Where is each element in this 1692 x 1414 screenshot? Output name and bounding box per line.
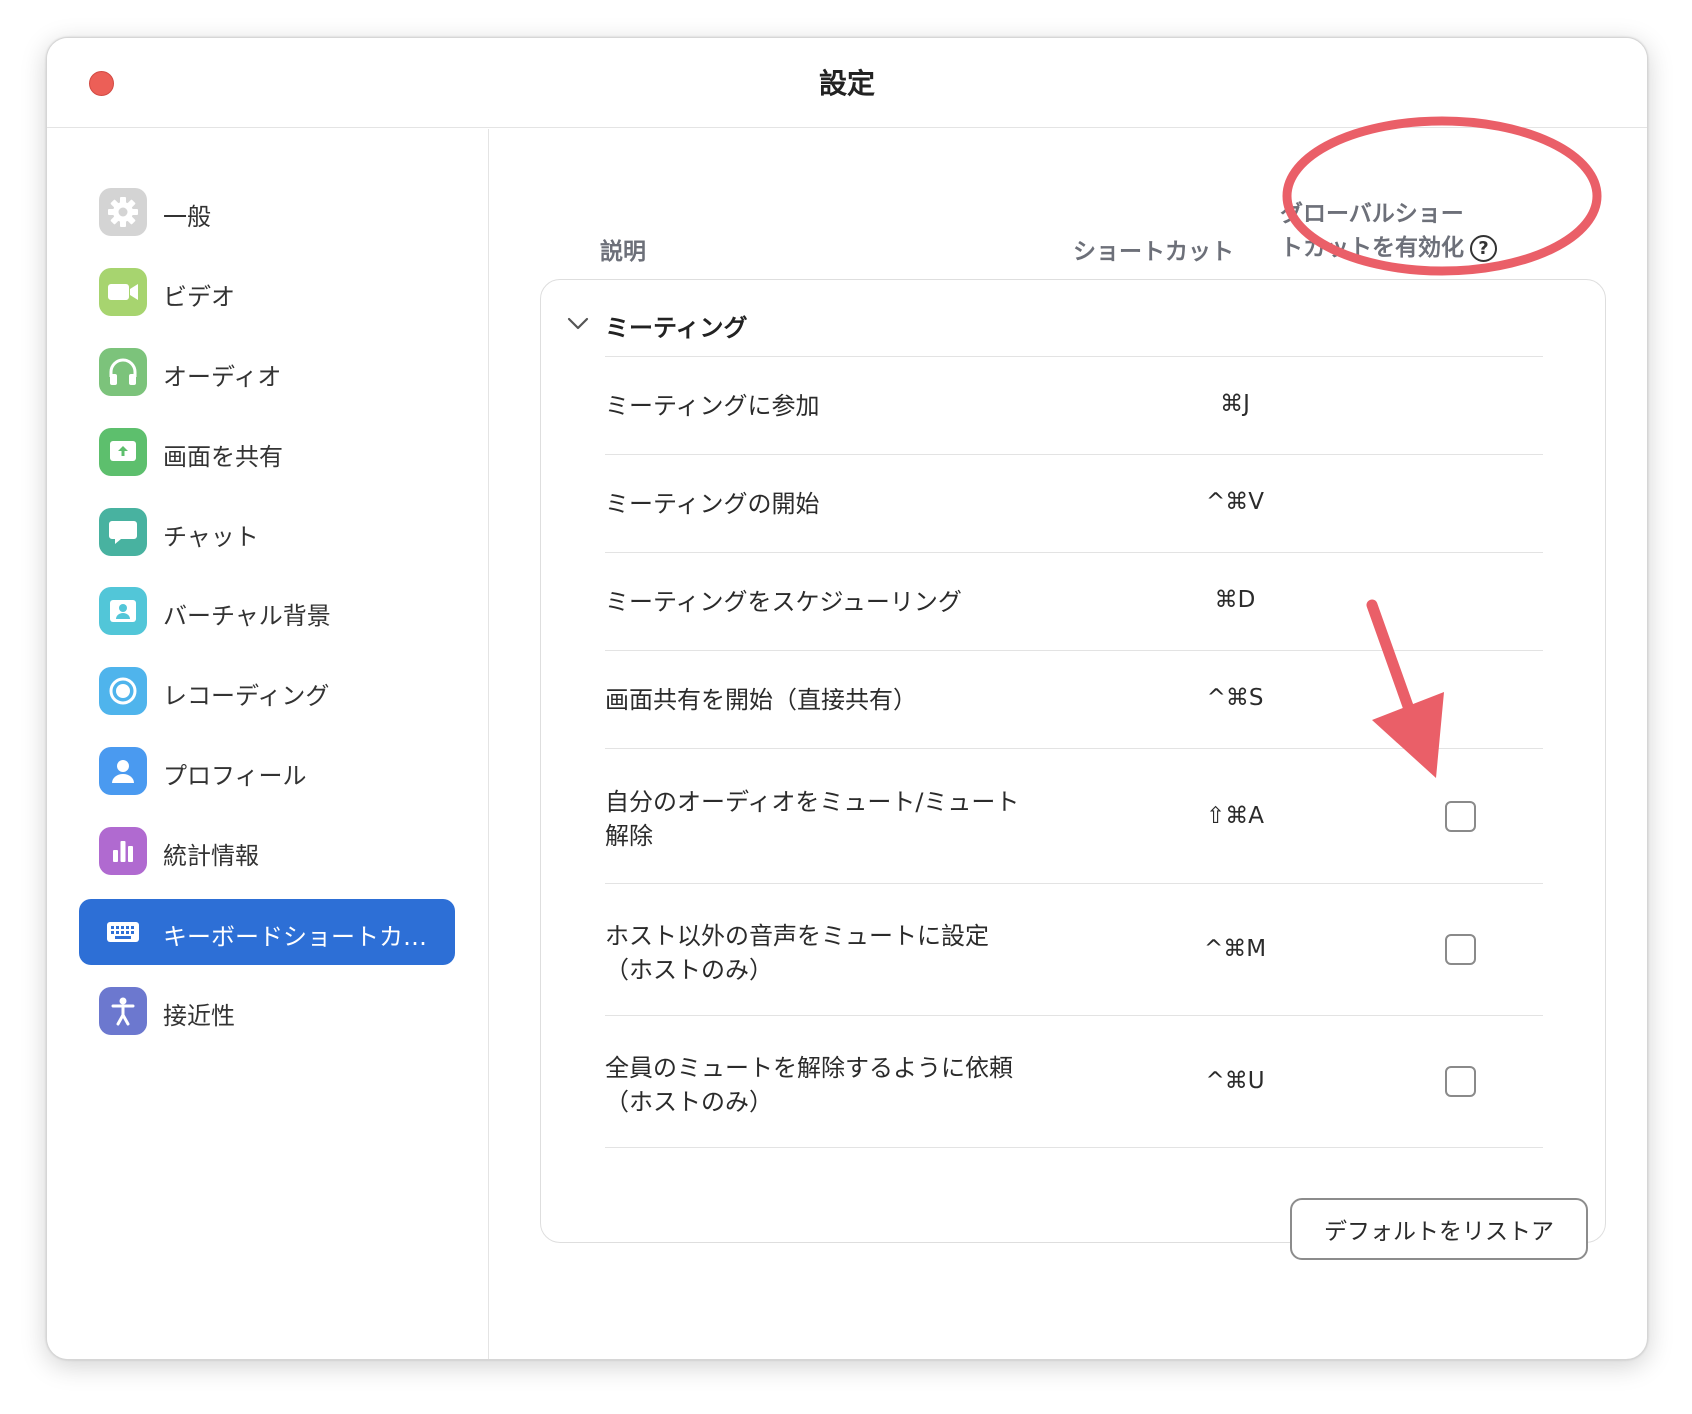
shortcut-description: 全員のミュートを解除するように依頼 （ホストのみ） bbox=[605, 1051, 1045, 1119]
sidebar-item-statistics[interactable]: 統計情報 bbox=[79, 818, 455, 884]
profile-icon bbox=[99, 747, 147, 795]
share-screen-icon bbox=[99, 428, 147, 476]
shortcut-row: ミーティングに参加 ⌘J bbox=[605, 356, 1543, 454]
sidebar-item-chat[interactable]: チャット bbox=[79, 499, 455, 565]
shortcut-key: ⌘J bbox=[1220, 391, 1250, 417]
title-bar: 設定 bbox=[47, 38, 1647, 128]
column-header-description: 説明 bbox=[600, 239, 646, 265]
keyboard-icon bbox=[99, 908, 147, 956]
sidebar-item-label: 統計情報 bbox=[163, 842, 259, 870]
sidebar-item-label: 一般 bbox=[163, 203, 211, 231]
global-shortcut-checkbox[interactable] bbox=[1445, 801, 1476, 832]
shortcut-description-line2: 解除 bbox=[605, 822, 653, 850]
chevron-down-icon bbox=[567, 316, 589, 335]
shortcut-description: ミーティングの開始 bbox=[605, 487, 1045, 521]
sidebar: 一般 ビデオ オーディオ 画面を共有 チャット バーチャル背景 レコーディング … bbox=[47, 129, 489, 1359]
sidebar-item-label: プロフィール bbox=[163, 762, 307, 790]
shortcut-description: ホスト以外の音声をミュートに設定 （ホストのみ） bbox=[605, 919, 1045, 987]
record-icon bbox=[99, 667, 147, 715]
sidebar-item-video[interactable]: ビデオ bbox=[79, 259, 455, 325]
chat-bubble-icon bbox=[99, 508, 147, 556]
shortcut-key: ^⌘M bbox=[1203, 936, 1267, 962]
sidebar-item-audio[interactable]: オーディオ bbox=[79, 339, 455, 405]
global-shortcut-checkbox[interactable] bbox=[1445, 934, 1476, 965]
sidebar-item-label: ビデオ bbox=[163, 283, 235, 311]
video-camera-icon bbox=[99, 268, 147, 316]
headphones-icon bbox=[99, 348, 147, 396]
help-icon[interactable]: ? bbox=[1470, 235, 1497, 262]
sidebar-item-profile[interactable]: プロフィール bbox=[79, 738, 455, 804]
meeting-shortcuts-card: ミーティング ミーティングに参加 ⌘J ミーティングの開始 ^⌘V ミーティング… bbox=[540, 279, 1606, 1243]
column-header-global-shortcut: グローバルショー トカットを有効化? bbox=[1280, 197, 1497, 265]
shortcut-key: ^⌘U bbox=[1205, 1068, 1265, 1094]
section-title: ミーティング bbox=[605, 314, 748, 342]
row-divider bbox=[605, 1147, 1543, 1148]
shortcut-description: 自分のオーディオをミュート/ミュート 解除 bbox=[605, 785, 1045, 853]
gear-icon bbox=[99, 188, 147, 236]
statistics-icon bbox=[99, 827, 147, 875]
sidebar-item-label: キーボードショートカ… bbox=[163, 923, 427, 951]
shortcut-row: 画面共有を開始（直接共有） ^⌘S bbox=[605, 650, 1543, 748]
global-header-line1: グローバルショー bbox=[1280, 201, 1464, 227]
shortcut-description-line1: 全員のミュートを解除するように依頼 bbox=[605, 1054, 1013, 1082]
shortcut-description-line1: ミーティングの開始 bbox=[605, 490, 820, 518]
shortcut-key: ^⌘S bbox=[1206, 685, 1264, 711]
shortcut-key: ⇧⌘A bbox=[1205, 803, 1264, 829]
global-shortcut-checkbox[interactable] bbox=[1445, 1066, 1476, 1097]
shortcut-description-line1: ミーティングをスケジューリング bbox=[605, 588, 962, 616]
sidebar-item-label: 画面を共有 bbox=[163, 443, 283, 471]
shortcut-row: ホスト以外の音声をミュートに設定 （ホストのみ） ^⌘M bbox=[605, 883, 1543, 1015]
sidebar-item-label: バーチャル背景 bbox=[163, 602, 331, 630]
sidebar-item-general[interactable]: 一般 bbox=[79, 179, 455, 245]
shortcuts-panel-area: 説明 ショートカット グローバルショー トカットを有効化? ミーティング ミーテ… bbox=[490, 129, 1647, 1359]
shortcut-row: 自分のオーディオをミュート/ミュート 解除 ⇧⌘A bbox=[605, 748, 1543, 883]
restore-defaults-button[interactable]: デフォルトをリストア bbox=[1290, 1198, 1588, 1260]
shortcut-description-line1: ホスト以外の音声をミュートに設定 bbox=[605, 922, 989, 950]
shortcut-description: 画面共有を開始（直接共有） bbox=[605, 683, 1045, 717]
sidebar-item-label: レコーディング bbox=[163, 682, 330, 710]
sidebar-item-share-screen[interactable]: 画面を共有 bbox=[79, 419, 455, 485]
sidebar-item-accessibility[interactable]: 接近性 bbox=[79, 978, 455, 1044]
shortcut-description-line1: 自分のオーディオをミュート/ミュート bbox=[605, 788, 1020, 816]
shortcut-row: ミーティングをスケジューリング ⌘D bbox=[605, 552, 1543, 650]
shortcut-description: ミーティングに参加 bbox=[605, 389, 1045, 423]
settings-window: 設定 一般 ビデオ オーディオ 画面を共有 チャット バーチャル背景 レコーディ… bbox=[46, 37, 1648, 1360]
sidebar-item-label: チャット bbox=[163, 523, 259, 551]
shortcut-description-line1: 画面共有を開始（直接共有） bbox=[605, 686, 917, 714]
shortcut-key: ⌘D bbox=[1214, 587, 1256, 613]
accessibility-icon bbox=[99, 987, 147, 1035]
shortcut-description-line2: （ホストのみ） bbox=[605, 1088, 773, 1116]
global-header-line2: トカットを有効化 bbox=[1280, 235, 1464, 261]
shortcut-row: 全員のミュートを解除するように依頼 （ホストのみ） ^⌘U bbox=[605, 1015, 1543, 1147]
column-header-shortcut: ショートカット bbox=[1073, 239, 1234, 265]
shortcut-description-line2: （ホストのみ） bbox=[605, 956, 773, 984]
sidebar-item-recording[interactable]: レコーディング bbox=[79, 658, 455, 724]
sidebar-item-label: オーディオ bbox=[163, 363, 282, 391]
window-title: 設定 bbox=[818, 67, 875, 100]
shortcut-key: ^⌘V bbox=[1205, 489, 1264, 515]
shortcut-row: ミーティングの開始 ^⌘V bbox=[605, 454, 1543, 552]
section-header-meeting[interactable]: ミーティング bbox=[567, 308, 748, 343]
sidebar-item-label: 接近性 bbox=[163, 1002, 235, 1030]
shortcut-description: ミーティングをスケジューリング bbox=[605, 585, 1045, 619]
shortcut-description-line1: ミーティングに参加 bbox=[605, 392, 820, 420]
virtual-background-icon bbox=[99, 587, 147, 635]
sidebar-item-keyboard-shortcuts[interactable]: キーボードショートカ… bbox=[79, 899, 455, 965]
sidebar-item-virtual-background[interactable]: バーチャル背景 bbox=[79, 578, 455, 644]
